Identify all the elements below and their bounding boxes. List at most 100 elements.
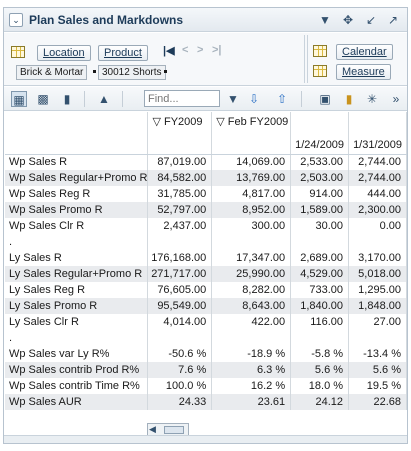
- spreading-icon[interactable]: ✳: [364, 91, 380, 107]
- row-label[interactable]: Wp Sales contrib Prod R%: [5, 362, 149, 378]
- data-cell[interactable]: 6.3 %: [211, 362, 292, 378]
- data-cell[interactable]: -5.8 %: [290, 346, 350, 362]
- find-previous-up-icon[interactable]: ⇧: [274, 91, 290, 107]
- data-cell[interactable]: 2,533.00: [290, 154, 350, 170]
- export-icon[interactable]: ▣: [317, 91, 333, 107]
- row-label[interactable]: Wp Sales Reg R: [5, 186, 149, 202]
- data-cell[interactable]: 100.0 %: [147, 378, 213, 394]
- data-cell[interactable]: 16.2 %: [211, 378, 292, 394]
- pivot-splitter[interactable]: [304, 35, 308, 83]
- scroll-thumb[interactable]: [164, 426, 184, 434]
- data-cell[interactable]: 1,848.00: [348, 298, 407, 314]
- dropdown-arrow-icon[interactable]: ▼: [317, 12, 333, 28]
- row-label[interactable]: Wp Sales Promo R: [5, 202, 149, 218]
- calendar-dimension-button[interactable]: Calendar: [336, 44, 393, 60]
- data-cell[interactable]: 8,282.00: [211, 282, 292, 298]
- data-cell[interactable]: 176,168.00: [147, 250, 213, 266]
- chart-table-view-icon[interactable]: ▩: [35, 91, 51, 107]
- data-cell[interactable]: 2,503.00: [290, 170, 350, 186]
- measure-dimension-button[interactable]: Measure: [336, 64, 391, 80]
- row-label[interactable]: Ly Sales Reg R: [5, 282, 149, 298]
- filter-chip-product[interactable]: 30012 Shorts: [98, 65, 166, 80]
- find-next-down-icon[interactable]: ⇩: [246, 91, 262, 107]
- maximize-arrow-icon[interactable]: ↗: [385, 12, 401, 28]
- data-cell[interactable]: 3,170.00: [348, 250, 407, 266]
- column-header-week-1-31[interactable]: 1/31/2009: [348, 139, 407, 155]
- data-cell[interactable]: 19.5 %: [348, 378, 407, 394]
- column-header-feb-fy2009[interactable]: ▽ Feb FY2009: [211, 112, 292, 139]
- data-cell[interactable]: 24.12: [290, 394, 350, 410]
- data-cell[interactable]: -18.9 %: [211, 346, 292, 362]
- data-cell[interactable]: 271,717.00: [147, 266, 213, 282]
- bar-chart-icon[interactable]: ▮: [59, 91, 75, 107]
- row-label[interactable]: Wp Sales contrib Time R%: [5, 378, 149, 394]
- data-cell[interactable]: 30.00: [290, 218, 350, 234]
- data-cell[interactable]: 87,019.00: [147, 154, 213, 170]
- previous-icon[interactable]: <: [182, 44, 188, 56]
- filter-chip-location[interactable]: Brick & Mortar: [16, 65, 88, 80]
- data-cell[interactable]: 52,797.00: [147, 202, 213, 218]
- row-label[interactable]: Ly Sales Promo R: [5, 298, 149, 314]
- data-cell[interactable]: 2,437.00: [147, 218, 213, 234]
- data-cell[interactable]: 13,769.00: [211, 170, 292, 186]
- data-cell[interactable]: 4,529.00: [290, 266, 350, 282]
- data-cell[interactable]: 25,990.00: [211, 266, 292, 282]
- row-label[interactable]: Wp Sales Regular+Promo R: [5, 170, 149, 186]
- location-dimension-button[interactable]: Location: [37, 45, 91, 61]
- data-cell[interactable]: 300.00: [211, 218, 292, 234]
- data-cell[interactable]: -50.6 %: [147, 346, 213, 362]
- data-cell[interactable]: 4,817.00: [211, 186, 292, 202]
- more-tools-icon[interactable]: »: [388, 91, 404, 107]
- row-label[interactable]: Ly Sales Regular+Promo R: [5, 266, 149, 282]
- data-cell[interactable]: 84,582.00: [147, 170, 213, 186]
- data-cell[interactable]: 2,744.00: [348, 170, 407, 186]
- scroll-left-icon[interactable]: ◀: [149, 424, 156, 435]
- data-cell[interactable]: 23.61: [211, 394, 292, 410]
- move-icon[interactable]: ✥: [340, 12, 356, 28]
- data-cell[interactable]: 4,014.00: [147, 314, 213, 330]
- find-dropdown-icon[interactable]: ▼: [225, 91, 241, 107]
- column-header-fy2009[interactable]: ▽ FY2009: [147, 112, 213, 139]
- row-label[interactable]: Wp Sales Clr R: [5, 218, 149, 234]
- data-cell[interactable]: -13.4 %: [348, 346, 407, 362]
- data-cell[interactable]: 76,605.00: [147, 282, 213, 298]
- data-cell[interactable]: 733.00: [290, 282, 350, 298]
- data-cell[interactable]: 8,643.00: [211, 298, 292, 314]
- column-header-week-1-24[interactable]: 1/24/2009: [290, 139, 350, 155]
- row-label[interactable]: Ly Sales Clr R: [5, 314, 149, 330]
- product-dimension-button[interactable]: Product: [98, 45, 148, 61]
- next-icon[interactable]: >: [197, 44, 203, 56]
- find-input[interactable]: [144, 90, 220, 107]
- data-cell[interactable]: 0.00: [348, 218, 407, 234]
- data-cell[interactable]: 5,018.00: [348, 266, 407, 282]
- table-view-icon[interactable]: ▦: [11, 91, 27, 107]
- data-cell[interactable]: 1,589.00: [290, 202, 350, 218]
- data-cell[interactable]: 444.00: [348, 186, 407, 202]
- data-cell[interactable]: 2,744.00: [348, 154, 407, 170]
- data-cell[interactable]: 2,689.00: [290, 250, 350, 266]
- data-cell[interactable]: 8,952.00: [211, 202, 292, 218]
- data-cell[interactable]: 1,295.00: [348, 282, 407, 298]
- data-cell[interactable]: 914.00: [290, 186, 350, 202]
- row-label[interactable]: Ly Sales R: [5, 250, 149, 266]
- data-cell[interactable]: 5.6 %: [290, 362, 350, 378]
- data-cell[interactable]: 7.6 %: [147, 362, 213, 378]
- data-cell[interactable]: 14,069.00: [211, 154, 292, 170]
- data-cell[interactable]: 116.00: [290, 314, 350, 330]
- row-label[interactable]: Wp Sales AUR: [5, 394, 149, 410]
- row-label[interactable]: Wp Sales R: [5, 154, 149, 170]
- minimize-arrow-icon[interactable]: ↙: [363, 12, 379, 28]
- data-cell[interactable]: 2,300.00: [348, 202, 407, 218]
- row-label[interactable]: Wp Sales var Ly R%: [5, 346, 149, 362]
- bookmark-icon[interactable]: ▮: [341, 91, 357, 107]
- first-page-icon[interactable]: |◀: [163, 44, 175, 57]
- data-cell[interactable]: 18.0 %: [290, 378, 350, 394]
- data-cell[interactable]: 27.00: [348, 314, 407, 330]
- area-chart-icon[interactable]: ▲: [96, 91, 112, 107]
- data-cell[interactable]: 17,347.00: [211, 250, 292, 266]
- data-cell[interactable]: 22.68: [348, 394, 407, 410]
- row-label[interactable]: .: [5, 234, 149, 250]
- last-page-icon[interactable]: >|: [212, 44, 222, 56]
- data-cell[interactable]: 1,840.00: [290, 298, 350, 314]
- data-cell[interactable]: 31,785.00: [147, 186, 213, 202]
